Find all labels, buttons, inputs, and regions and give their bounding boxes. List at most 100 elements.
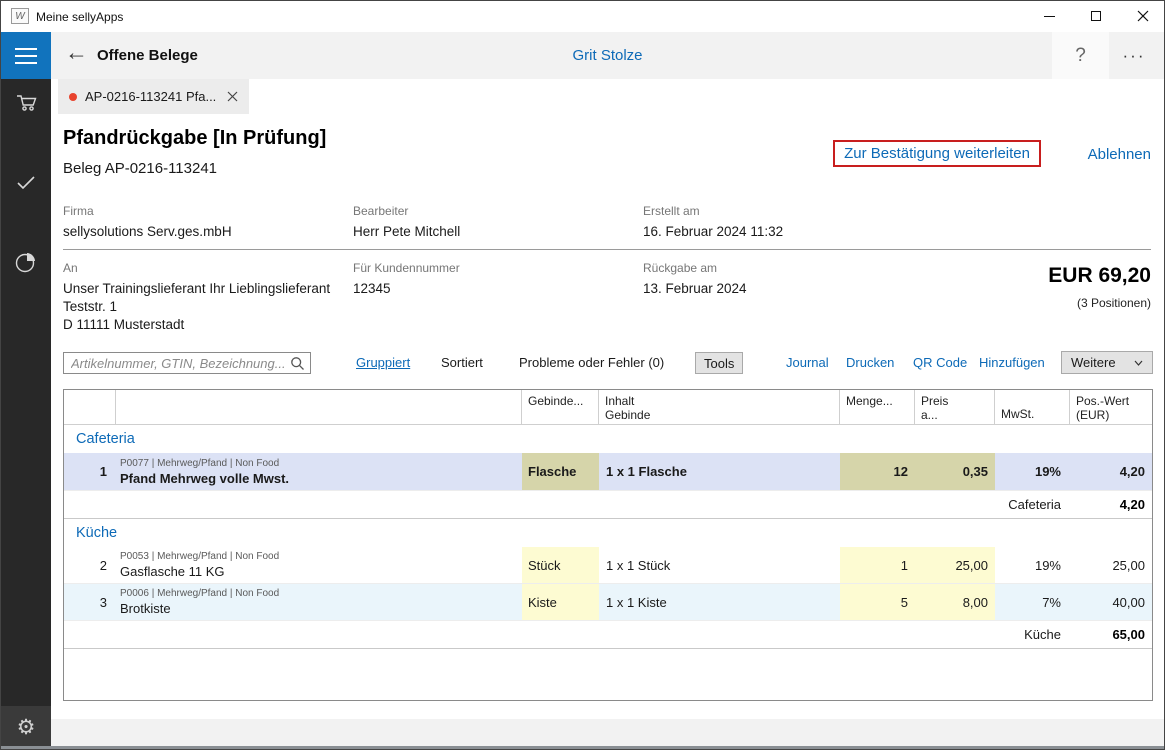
- chevron-down-icon: [1134, 360, 1143, 366]
- menge-cell[interactable]: 1: [840, 547, 915, 583]
- close-icon: [1137, 10, 1149, 22]
- gebinde-cell[interactable]: Kiste: [522, 584, 599, 620]
- inhalt-cell: 1 x 1 Stück: [599, 547, 840, 583]
- tab-close-button[interactable]: [227, 91, 238, 102]
- article-cell: P0077 | Mehrweg/Pfand | Non Food Pfand M…: [116, 453, 522, 490]
- field-label-erstellt-am: Erstellt am: [643, 204, 700, 218]
- unsaved-dot-icon: [69, 93, 77, 101]
- group-header-kueche[interactable]: Küche: [64, 519, 1152, 547]
- subtotal-label: Cafeteria: [64, 497, 1070, 512]
- group-subtotal-row: Küche 65,00: [64, 621, 1152, 649]
- minimize-icon: [1044, 16, 1055, 17]
- status-bar: [51, 719, 1164, 748]
- article-code: P0077 | Mehrweg/Pfand | Non Food: [120, 458, 279, 470]
- sidebar-item-reports[interactable]: [1, 244, 51, 280]
- help-icon: ?: [1075, 45, 1086, 67]
- minimize-button[interactable]: [1026, 1, 1072, 31]
- sidebar-item-approvals[interactable]: [1, 164, 51, 200]
- sidebar-item-settings[interactable]: ⚙: [1, 706, 51, 748]
- preis-cell[interactable]: 8,00: [915, 584, 995, 620]
- app-logo-icon: W: [11, 8, 29, 24]
- sidebar-item-cart[interactable]: [1, 84, 51, 120]
- titlebar: W Meine sellyApps: [1, 1, 1164, 32]
- col-header-inhalt[interactable]: InhaltGebinde: [599, 390, 840, 424]
- divider: [63, 249, 1151, 250]
- table-row[interactable]: 3 P0006 | Mehrweg/Pfand | Non Food Brotk…: [64, 584, 1152, 621]
- table-row[interactable]: 1 P0077 | Mehrweg/Pfand | Non Food Pfand…: [64, 453, 1152, 491]
- article-code: P0006 | Mehrweg/Pfand | Non Food: [120, 588, 279, 600]
- wert-cell: 25,00: [1070, 547, 1152, 583]
- window-title: Meine sellyApps: [36, 10, 123, 24]
- check-icon: [14, 170, 38, 194]
- field-label-bearbeiter: Bearbeiter: [353, 204, 408, 218]
- probleme-toggle[interactable]: Probleme oder Fehler (0): [519, 355, 664, 370]
- group-header-cafeteria[interactable]: Cafeteria: [64, 425, 1152, 453]
- col-header-article[interactable]: [116, 390, 522, 424]
- gebinde-cell[interactable]: Stück: [522, 547, 599, 583]
- weitere-dropdown[interactable]: Weitere: [1061, 351, 1153, 374]
- position-count: (3 Positionen): [1077, 296, 1151, 310]
- tab-document[interactable]: AP-0216-113241 Pfa...: [58, 79, 249, 114]
- hamburger-menu-button[interactable]: [1, 32, 51, 79]
- maximize-icon: [1091, 11, 1101, 21]
- inhalt-cell: 1 x 1 Kiste: [599, 584, 840, 620]
- forward-for-confirmation-button[interactable]: Zur Bestätigung weiterleiten: [833, 140, 1041, 167]
- search-icon: [290, 356, 305, 371]
- row-number: 1: [64, 453, 116, 490]
- field-label-an: An: [63, 261, 78, 275]
- col-header-wert[interactable]: Pos.-Wert(EUR): [1070, 390, 1152, 424]
- field-value-bearbeiter: Herr Pete Mitchell: [353, 223, 460, 241]
- hinzufuegen-link[interactable]: Hinzufügen: [979, 355, 1045, 370]
- gebinde-cell[interactable]: Flasche: [522, 453, 599, 490]
- user-name-link[interactable]: Grit Stolze: [51, 47, 1164, 64]
- menge-cell[interactable]: 12: [840, 453, 915, 490]
- search-input[interactable]: [64, 353, 310, 373]
- qr-code-link[interactable]: QR Code: [913, 355, 967, 370]
- col-header-menge[interactable]: Menge...: [840, 390, 915, 424]
- wert-cell: 40,00: [1070, 584, 1152, 620]
- hamburger-icon: [15, 48, 37, 50]
- sortiert-toggle[interactable]: Sortiert: [441, 355, 483, 370]
- article-name: Gasflasche 11 KG: [120, 565, 225, 579]
- table-row[interactable]: 2 P0053 | Mehrweg/Pfand | Non Food Gasfl…: [64, 547, 1152, 584]
- table-header-row: Gebinde... InhaltGebinde Menge... Preisa…: [64, 390, 1152, 425]
- document-view: Pfandrückgabe [In Prüfung] Beleg AP-0216…: [51, 114, 1164, 749]
- col-header-gebinde[interactable]: Gebinde...: [522, 390, 599, 424]
- maximize-button[interactable]: [1073, 1, 1119, 31]
- article-name: Brotkiste: [120, 602, 171, 616]
- mwst-cell: 7%: [995, 584, 1070, 620]
- col-header-mwst[interactable]: MwSt.: [995, 390, 1070, 424]
- subtotal-value: 65,00: [1070, 627, 1152, 642]
- menge-cell[interactable]: 5: [840, 584, 915, 620]
- col-header-preis[interactable]: Preisa...: [915, 390, 995, 424]
- pie-chart-icon: [13, 249, 39, 275]
- field-value-firma: sellysolutions Serv.ges.mbH: [63, 223, 232, 241]
- preis-cell[interactable]: 25,00: [915, 547, 995, 583]
- field-value-erstellt-am: 16. Februar 2024 11:32: [643, 223, 783, 241]
- search-box: [63, 352, 311, 374]
- tools-button[interactable]: Tools: [695, 352, 743, 374]
- field-label-kundennummer: Für Kundennummer: [353, 261, 460, 275]
- field-label-firma: Firma: [63, 204, 94, 218]
- article-name: Pfand Mehrweg volle Mwst.: [120, 472, 289, 486]
- journal-link[interactable]: Journal: [786, 355, 829, 370]
- window-bottom-edge: [1, 746, 1164, 749]
- field-value-rueckgabe-am: 13. Februar 2024: [643, 280, 747, 298]
- row-number: 2: [64, 547, 116, 583]
- help-button[interactable]: ?: [1052, 32, 1109, 79]
- mwst-cell: 19%: [995, 453, 1070, 490]
- group-subtotal-row: Cafeteria 4,20: [64, 491, 1152, 519]
- ellipsis-icon: ···: [1123, 46, 1146, 66]
- gruppiert-toggle[interactable]: Gruppiert: [356, 355, 410, 370]
- more-options-button[interactable]: ···: [1110, 32, 1158, 79]
- article-cell: P0006 | Mehrweg/Pfand | Non Food Brotkis…: [116, 584, 522, 620]
- col-header-number[interactable]: [64, 390, 116, 424]
- field-label-rueckgabe-am: Rückgabe am: [643, 261, 717, 275]
- preis-cell[interactable]: 0,35: [915, 453, 995, 490]
- document-total: EUR 69,20: [1048, 264, 1151, 288]
- gear-icon: ⚙: [17, 715, 36, 740]
- drucken-link[interactable]: Drucken: [846, 355, 894, 370]
- positions-table: Gebinde... InhaltGebinde Menge... Preisa…: [63, 389, 1153, 701]
- reject-button[interactable]: Ablehnen: [1088, 146, 1151, 163]
- close-window-button[interactable]: [1120, 1, 1165, 31]
